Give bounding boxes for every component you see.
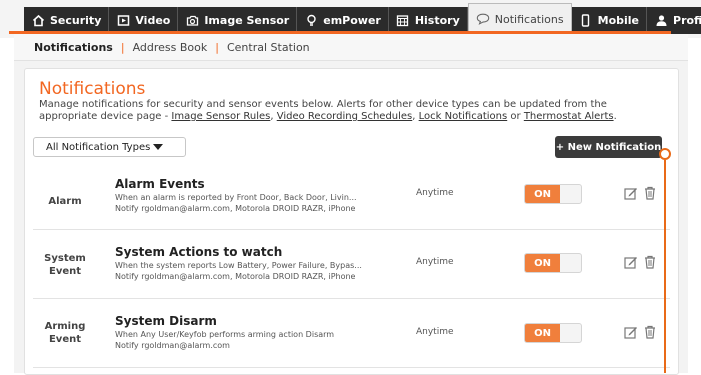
notification-type-label: Alarm (48, 195, 82, 207)
notification-schedule: Anytime (416, 327, 454, 337)
tab-profile-label: Profile (673, 14, 701, 27)
tab-security-label: Security (50, 14, 102, 27)
notification-type: Arming Event (25, 299, 105, 367)
notification-schedule: Anytime (416, 188, 454, 198)
subnav-address-book[interactable]: Address Book (125, 41, 216, 54)
tab-video-label: Video (135, 14, 171, 27)
trash-icon[interactable] (643, 255, 657, 269)
link-video-recording-schedules[interactable]: Video Recording Schedules (277, 111, 413, 122)
notification-schedule: Anytime (416, 257, 454, 267)
link-thermostat-alerts[interactable]: Thermostat Alerts (524, 111, 614, 122)
tab-mobile[interactable]: Mobile (571, 7, 648, 34)
notification-title: Alarm Events (115, 177, 205, 191)
caret-down-icon (153, 144, 163, 150)
notification-type: Alarm (25, 167, 105, 235)
row-divider (33, 367, 670, 368)
subnav-notifications[interactable]: Notifications (14, 41, 121, 54)
notification-toggle[interactable]: ON (524, 184, 582, 204)
video-icon (116, 14, 130, 28)
notification-type: System Event (25, 231, 105, 299)
toggle-state: ON (525, 324, 560, 342)
new-notification-button[interactable]: + New Notification (555, 136, 662, 158)
toggle-state: ON (525, 254, 560, 272)
camera-icon (185, 14, 199, 28)
notification-row: Alarm Alarm Events When an alarm is repo… (25, 167, 678, 235)
calendar-icon (396, 14, 410, 28)
callout-leader-line (664, 160, 666, 373)
tab-image-sensor-label: Image Sensor (204, 14, 290, 27)
type-line-1: System (44, 253, 86, 264)
notifications-panel: Notifications Manage notifications for s… (24, 68, 679, 375)
notification-type-label: Arming Event (45, 320, 86, 346)
tab-history[interactable]: History (388, 7, 468, 34)
notification-recipients: Notify rgoldman@alarm.com (115, 341, 230, 350)
tab-image-sensor[interactable]: Image Sensor (178, 7, 298, 34)
tab-security[interactable]: Security (24, 7, 110, 34)
tab-profile[interactable]: Profile (647, 7, 701, 34)
type-line-2: Event (48, 334, 81, 345)
notification-condition: When Any User/Keyfob performs arming act… (115, 330, 335, 339)
notification-type-label: System Event (44, 252, 86, 278)
tab-empower[interactable]: emPower (297, 7, 389, 34)
subnav-central-station[interactable]: Central Station (219, 41, 318, 54)
edit-icon[interactable] (624, 255, 638, 269)
page-description: Manage notifications for security and se… (39, 99, 664, 123)
tab-notifications[interactable]: Notifications (467, 3, 572, 34)
tab-notifications-label: Notifications (494, 12, 564, 26)
notification-title: System Disarm (115, 314, 217, 328)
main-nav: Security Video Image Sensor emPower Hist… (24, 3, 701, 34)
row-divider (33, 229, 670, 230)
trash-icon[interactable] (643, 186, 657, 200)
lightbulb-icon (304, 14, 318, 28)
tab-video[interactable]: Video (109, 7, 179, 34)
notification-title: System Actions to watch (115, 245, 283, 259)
notification-condition: When an alarm is reported by Front Door,… (115, 193, 357, 202)
notification-toggle[interactable]: ON (524, 323, 582, 343)
link-image-sensor-rules[interactable]: Image Sensor Rules (171, 111, 270, 122)
sub-nav: Notifications | Address Book | Central S… (14, 34, 688, 61)
notification-row: System Event System Actions to watch When… (25, 231, 678, 299)
phone-icon (579, 14, 593, 28)
tab-history-label: History (414, 14, 460, 27)
type-line-1: Arming (44, 321, 86, 332)
type-line-2: Event (48, 266, 82, 277)
notification-recipients: Notify rgoldman@alarm.com, Motorola DROI… (115, 204, 356, 213)
notification-toggle[interactable]: ON (524, 253, 582, 273)
edit-icon[interactable] (624, 325, 638, 339)
callout-marker (659, 148, 671, 160)
toggle-state: ON (525, 185, 560, 203)
page-title: Notifications (39, 79, 146, 99)
speech-bubble-icon (476, 12, 490, 26)
link-lock-notifications[interactable]: Lock Notifications (419, 111, 508, 122)
notification-row: Arming Event System Disarm When Any User/… (25, 299, 678, 367)
tab-empower-label: emPower (323, 14, 381, 27)
notification-type-value: All Notification Types (46, 141, 151, 153)
notification-type-select[interactable]: All Notification Types (33, 137, 186, 157)
notification-condition: When the system reports Low Battery, Pow… (115, 261, 362, 270)
description-or: or (507, 111, 524, 122)
edit-icon[interactable] (624, 186, 638, 200)
trash-icon[interactable] (643, 325, 657, 339)
description-period: . (613, 111, 617, 122)
user-icon (654, 14, 668, 28)
home-icon (31, 14, 45, 28)
notification-recipients: Notify rgoldman@alarm.com, Motorola DROI… (115, 272, 356, 281)
tab-mobile-label: Mobile (597, 14, 640, 27)
